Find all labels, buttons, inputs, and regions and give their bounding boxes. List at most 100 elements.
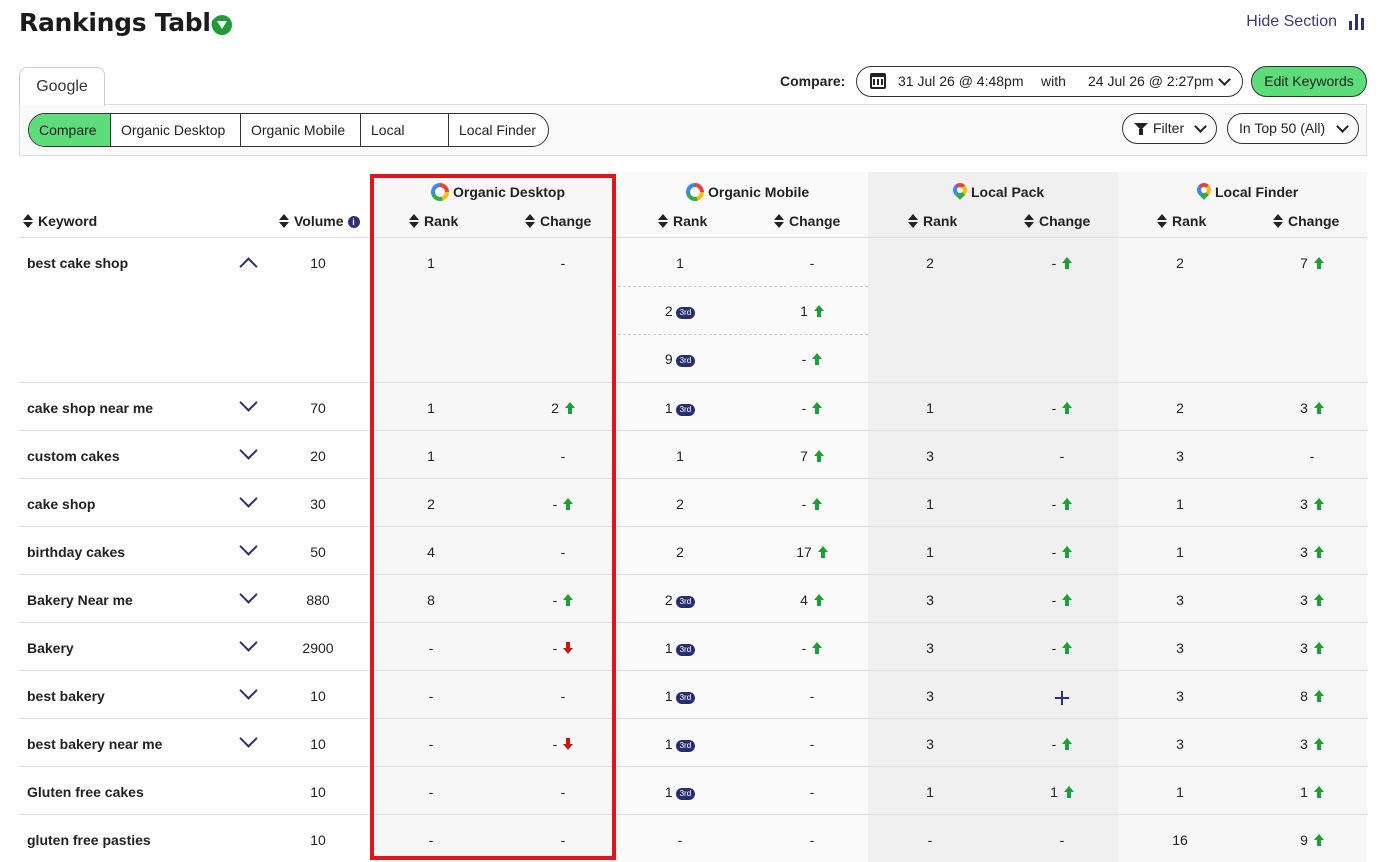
change-value: - [809,688,815,704]
row-divider [19,718,1367,719]
om-change-cell: - [777,736,847,752]
rank-value: 1 [676,255,684,271]
chevron-down-icon[interactable] [239,441,258,460]
segment-local-finder[interactable]: Local Finder [448,114,548,146]
page-title: Rankings Table [19,8,228,37]
chevron-up-icon[interactable] [239,257,258,276]
change-value: 3 [1300,496,1308,512]
volume-cell: 10 [310,688,326,704]
rank-value: 9 [664,351,673,367]
chevron-down-icon [1336,120,1349,133]
sort-icon [1024,214,1034,228]
rank-value: - [677,832,683,848]
sort-icon [908,214,918,228]
lp-change-cell: - [1027,592,1097,608]
om-change-cell: 7 [777,448,847,464]
change-value: - [809,255,815,271]
top-range-select[interactable]: In Top 50 (All) [1227,113,1359,144]
header-om-change[interactable]: Change [774,213,840,229]
header-om-rank[interactable]: Rank [658,213,707,229]
chevron-down-icon[interactable] [239,681,258,700]
lp-change-cell: - [1027,736,1097,752]
segment-organic-mobile[interactable]: Organic Mobile [240,114,360,146]
header-lf-rank[interactable]: Rank [1157,213,1206,229]
keyword-cell: best bakery near me [27,736,163,752]
rank-value: 1 [664,640,673,656]
bar-chart-icon[interactable] [1349,14,1365,30]
row-divider [19,430,1367,431]
arrow-up-icon [812,642,823,654]
rank-value: 1 [676,448,684,464]
change-value: 7 [800,448,808,464]
tab-google[interactable]: Google [19,67,105,106]
lf-change-cell: 7 [1277,255,1347,271]
keyword-cell: cake shop [27,496,96,512]
row-divider [19,478,1367,479]
chevron-down-icon[interactable] [239,729,258,748]
lf-rank-cell: 3 [1176,592,1184,608]
date-from: 31 Jul 26 @ 4:48pm [898,73,1024,89]
change-value: 3 [1300,592,1308,608]
lf-rank-cell: 1 [1176,544,1184,560]
rank-value: 1 [664,784,673,800]
filter-button[interactable]: Filter [1122,113,1217,144]
group-local-finder: Local Finder [1197,183,1298,201]
change-value: 4 [800,592,808,608]
arrow-up-icon [1062,594,1073,606]
lp-change-cell: - [1027,640,1097,656]
organic-desktop-highlight-box [370,174,616,860]
header-volume[interactable]: Volume i [279,213,360,229]
change-value: 1 [800,303,808,319]
edit-keywords-button[interactable]: Edit Keywords [1251,66,1367,97]
sort-icon [1273,214,1283,228]
chevron-down-icon[interactable] [239,585,258,604]
row-divider [19,766,1367,767]
lf-rank-cell: 2 [1176,400,1184,416]
lf-change-cell: 3 [1277,592,1347,608]
hide-section-link[interactable]: Hide Section [1246,13,1337,31]
change-value: - [809,784,815,800]
header-lp-change[interactable]: Change [1024,213,1090,229]
change-value: - [1059,832,1065,848]
filter-badge-icon[interactable] [212,15,232,35]
volume-cell: 880 [306,592,330,608]
volume-cell: 10 [310,784,326,800]
change-value: - [801,400,807,416]
om-rank-cell: 9 3rd [645,351,715,367]
chevron-down-icon[interactable] [239,393,258,412]
third-party-badge: 3rd [675,692,696,704]
lf-rank-cell: 1 [1176,496,1184,512]
change-value: 7 [1300,255,1308,271]
segment-local-pack[interactable]: Local Pack [360,114,448,146]
lp-rank-cell: 3 [926,688,934,704]
segment-compare[interactable]: Compare [29,114,110,146]
lf-change-cell: 3 [1277,736,1347,752]
sort-icon [23,214,33,228]
keyword-cell: Bakery [27,640,74,656]
om-change-cell: - [777,784,847,800]
header-keyword[interactable]: Keyword [23,213,97,229]
rank-value: 2 [664,592,673,608]
info-icon[interactable]: i [347,216,360,228]
header-lp-rank[interactable]: Rank [908,213,957,229]
chevron-down-icon[interactable] [239,633,258,652]
header-lf-change[interactable]: Change [1273,213,1339,229]
rank-value: 2 [664,303,673,319]
change-value: - [801,640,807,656]
header-label: Rank [923,213,958,229]
om-rank-cell: 2 [645,544,715,560]
change-value: - [1051,496,1057,512]
header-label: Volume [294,213,344,229]
chevron-down-icon[interactable] [239,489,258,508]
lp-rank-cell: 1 [926,496,934,512]
change-value: - [1051,544,1057,560]
arrow-up-icon [813,450,824,462]
date-compare-select[interactable]: 31 Jul 26 @ 4:48pm with 24 Jul 26 @ 2:27… [856,66,1243,97]
lp-rank-cell: 3 [926,640,934,656]
third-party-badge: 3rd [675,644,696,656]
chevron-down-icon[interactable] [239,537,258,556]
om-rank-cell: 2 3rd [645,303,715,319]
header-label: Rank [1172,213,1207,229]
plus-icon[interactable] [1055,691,1069,705]
segment-organic-desktop[interactable]: Organic Desktop [110,114,240,146]
